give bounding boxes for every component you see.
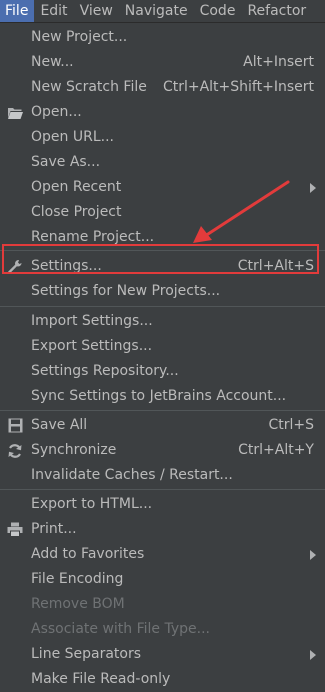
sync-icon bbox=[6, 442, 24, 459]
save-icon bbox=[6, 417, 24, 434]
menu-item-label: Associate with File Type... bbox=[31, 621, 210, 637]
menu-item-label: Export to HTML... bbox=[31, 496, 153, 512]
menu-item-synchronize[interactable]: Synchronize Ctrl+Alt+Y bbox=[0, 438, 325, 463]
menu-item-settings-new-projects[interactable]: Settings for New Projects... bbox=[0, 279, 325, 304]
menu-item-new[interactable]: New... Alt+Insert bbox=[0, 50, 325, 75]
menu-item-label: Open Recent bbox=[31, 179, 122, 195]
menu-item-shortcut: Ctrl+Alt+Shift+Insert bbox=[162, 79, 314, 95]
menu-item-label: Sync Settings to JetBrains Account... bbox=[31, 388, 287, 404]
menu-item-save-all[interactable]: Save All Ctrl+S bbox=[0, 413, 325, 438]
menu-item-label: Add to Favorites bbox=[31, 546, 145, 562]
menu-item-print[interactable]: Print... bbox=[0, 517, 325, 542]
menu-item-invalidate-caches[interactable]: Invalidate Caches / Restart... bbox=[0, 463, 325, 488]
menu-item-line-separators[interactable]: Line Separators bbox=[0, 642, 325, 667]
menu-navigate[interactable]: Navigate bbox=[119, 0, 194, 22]
submenu-arrow-icon bbox=[310, 650, 316, 660]
menu-item-shortcut: Ctrl+Alt+Y bbox=[238, 442, 314, 458]
menu-separator bbox=[0, 410, 325, 411]
menu-item-shortcut: Ctrl+S bbox=[268, 417, 314, 433]
menu-separator bbox=[0, 306, 325, 307]
menu-item-label: Synchronize bbox=[31, 442, 117, 458]
menu-item-label: New... bbox=[31, 54, 74, 70]
submenu-arrow-icon bbox=[310, 183, 316, 193]
menu-item-shortcut: Alt+Insert bbox=[243, 54, 314, 70]
menu-item-save-as[interactable]: Save As... bbox=[0, 150, 325, 175]
menu-item-label: New Project... bbox=[31, 29, 128, 45]
menu-refactor[interactable]: Refactor bbox=[241, 0, 312, 22]
file-menu-dropdown: New Project... New... Alt+Insert New Scr… bbox=[0, 22, 325, 687]
menu-bar: File Edit View Navigate Code Refactor bbox=[0, 0, 325, 22]
menu-item-settings-repository[interactable]: Settings Repository... bbox=[0, 359, 325, 384]
menu-item-open[interactable]: Open... bbox=[0, 100, 325, 125]
menu-item-associate-file-type: Associate with File Type... bbox=[0, 617, 325, 642]
menu-item-open-recent[interactable]: Open Recent bbox=[0, 175, 325, 200]
menu-item-label: Save All bbox=[31, 417, 88, 433]
menu-item-label: Settings Repository... bbox=[31, 363, 179, 379]
menu-item-label: Line Separators bbox=[31, 646, 142, 662]
folder-open-icon bbox=[6, 104, 24, 121]
print-icon bbox=[6, 521, 24, 538]
menu-item-label: New Scratch File bbox=[31, 79, 147, 95]
menu-item-file-encoding[interactable]: File Encoding bbox=[0, 567, 325, 592]
menu-item-label: Import Settings... bbox=[31, 313, 153, 329]
menu-item-label: File Encoding bbox=[31, 571, 124, 587]
menu-item-add-to-favorites[interactable]: Add to Favorites bbox=[0, 542, 325, 567]
menu-file[interactable]: File bbox=[0, 0, 35, 22]
menu-separator bbox=[0, 489, 325, 490]
menu-item-sync-settings[interactable]: Sync Settings to JetBrains Account... bbox=[0, 384, 325, 409]
settings-highlight-box bbox=[2, 244, 319, 274]
menu-code[interactable]: Code bbox=[194, 0, 242, 22]
menu-item-close-project[interactable]: Close Project bbox=[0, 200, 325, 225]
menu-item-open-url[interactable]: Open URL... bbox=[0, 125, 325, 150]
menu-item-new-scratch-file[interactable]: New Scratch File Ctrl+Alt+Shift+Insert bbox=[0, 75, 325, 100]
menu-item-export-html[interactable]: Export to HTML... bbox=[0, 492, 325, 517]
menu-item-label: Open... bbox=[31, 104, 82, 120]
menu-edit[interactable]: Edit bbox=[34, 0, 73, 22]
menu-item-import-settings[interactable]: Import Settings... bbox=[0, 309, 325, 334]
menu-item-label: Remove BOM bbox=[31, 596, 125, 612]
submenu-arrow-icon bbox=[310, 550, 316, 560]
menu-item-export-settings[interactable]: Export Settings... bbox=[0, 334, 325, 359]
menu-view[interactable]: View bbox=[74, 0, 119, 22]
menu-item-label: Close Project bbox=[31, 204, 122, 220]
menu-item-label: Print... bbox=[31, 521, 77, 537]
menu-item-label: Save As... bbox=[31, 154, 101, 170]
menu-item-remove-bom: Remove BOM bbox=[0, 592, 325, 617]
menu-item-new-project[interactable]: New Project... bbox=[0, 25, 325, 50]
menu-item-label: Settings for New Projects... bbox=[31, 283, 221, 299]
menu-item-label: Invalidate Caches / Restart... bbox=[31, 467, 233, 483]
menu-item-label: Open URL... bbox=[31, 129, 114, 145]
menu-item-label: Export Settings... bbox=[31, 338, 153, 354]
